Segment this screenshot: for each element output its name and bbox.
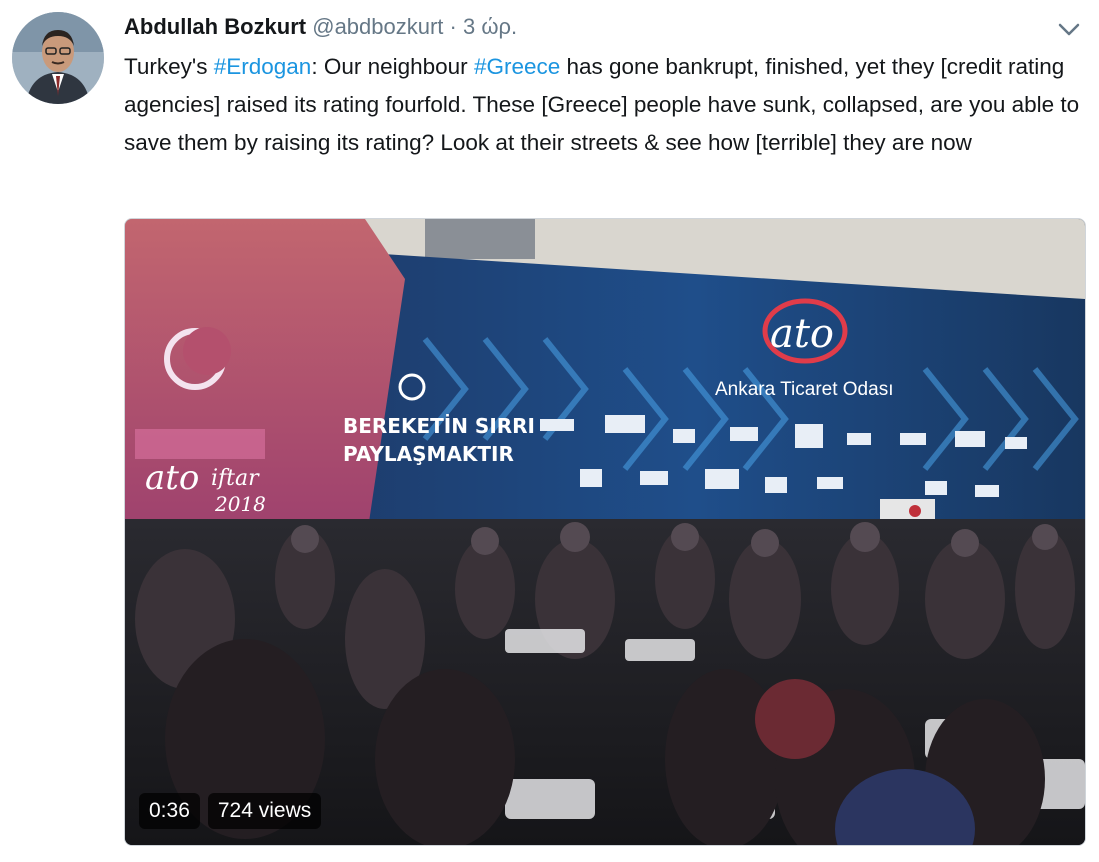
avatar[interactable] [12,12,104,104]
hashtag-link[interactable]: #Greece [474,54,560,79]
org-name: Ankara Ticaret Odası [715,379,893,400]
hashtag-link[interactable]: #Erdogan [214,54,312,79]
tweet-text-segment: Turkey's [124,54,214,79]
banner-line1: BEREKETİN SIRRI [343,414,535,438]
video-frame: ato iftar 2018 ato Ankara Ticaret Odası … [125,219,1085,845]
chevron-down-icon[interactable] [1056,18,1082,40]
author-handle[interactable]: @abdbozkurt [312,14,443,39]
separator: · [449,14,457,39]
avatar-image [12,12,104,104]
author-name[interactable]: Abdullah Bozkurt [124,14,306,39]
tweet-text: Turkey's #Erdogan: Our neighbour #Greece… [124,48,1084,162]
video-info-overlay: 0:36 724 views [139,793,322,829]
timestamp[interactable]: 3 ώρ. [463,14,517,39]
tweet-text-segment: : Our neighbour [311,54,474,79]
tweet-header: Abdullah Bozkurt @abdbozkurt · 3 ώρ. [124,14,517,40]
view-count: 724 views [207,793,322,829]
side-year: 2018 [214,492,266,516]
main-logo: ato [770,311,834,357]
side-event: iftar [211,466,260,491]
video-player[interactable]: ato iftar 2018 ato Ankara Ticaret Odası … [124,218,1086,846]
side-logo: ato [145,458,199,498]
video-duration: 0:36 [139,793,200,829]
banner-line2: PAYLAŞMAKTIR [343,442,514,466]
